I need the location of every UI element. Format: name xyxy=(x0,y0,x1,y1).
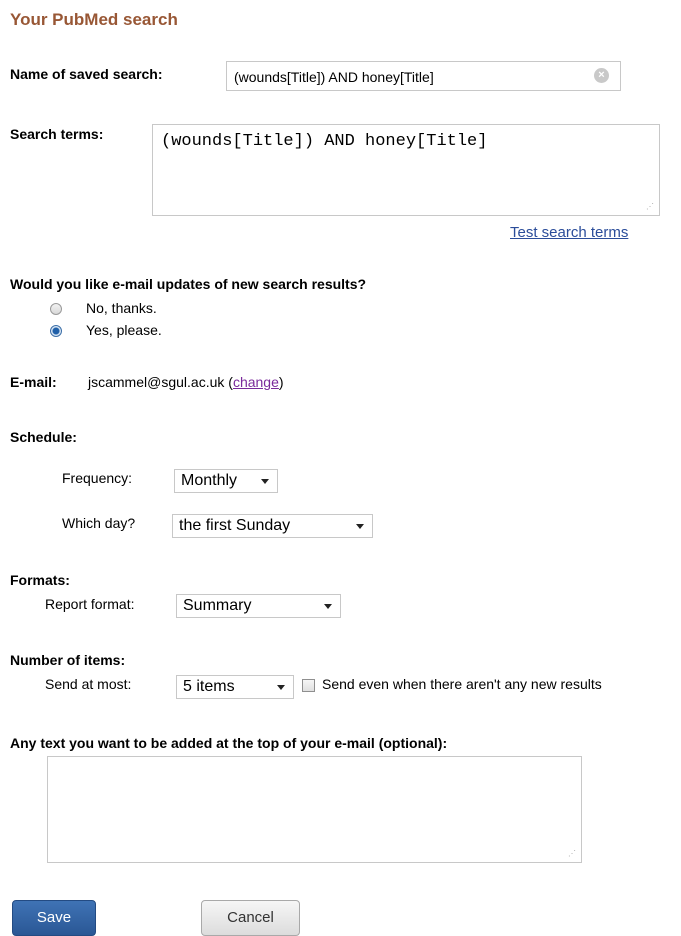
report-format-value: Summary xyxy=(183,597,252,614)
change-email-link[interactable]: change xyxy=(233,374,279,390)
send-at-most-value: 5 items xyxy=(183,678,235,695)
radio-yes-please[interactable] xyxy=(50,325,62,337)
extra-text-label: Any text you want to be added at the top… xyxy=(10,735,448,751)
page-title: Your PubMed search xyxy=(10,10,178,29)
resize-grip-icon[interactable]: ⋰ xyxy=(568,850,576,858)
chevron-down-icon xyxy=(277,685,285,690)
test-search-terms-link[interactable]: Test search terms xyxy=(510,224,628,241)
frequency-value: Monthly xyxy=(181,472,238,489)
report-format-label: Report format: xyxy=(45,596,135,612)
search-terms-label: Search terms: xyxy=(10,126,104,142)
chevron-down-icon xyxy=(261,479,269,484)
schedule-heading: Schedule: xyxy=(10,429,77,445)
radio-no-thanks[interactable] xyxy=(50,303,62,315)
report-format-select[interactable]: Summary xyxy=(176,594,341,618)
send-at-most-select[interactable]: 5 items xyxy=(176,675,294,699)
resize-grip-icon[interactable]: ⋰ xyxy=(646,203,654,211)
which-day-value: the first Sunday xyxy=(179,517,291,534)
saved-search-name-input[interactable]: (wounds[Title]) AND honey[Title] xyxy=(226,61,621,91)
send-empty-checkbox[interactable] xyxy=(302,679,315,692)
email-label: E-mail: xyxy=(10,374,57,390)
frequency-select[interactable]: Monthly xyxy=(174,469,278,493)
which-day-select[interactable]: the first Sunday xyxy=(172,514,373,538)
send-empty-label: Send even when there aren't any new resu… xyxy=(322,676,602,692)
email-address: jscammel@sgul.ac.uk xyxy=(88,374,225,390)
email-close-paren: ) xyxy=(278,374,284,390)
clear-icon[interactable]: × xyxy=(594,68,609,83)
radio-yes-please-label: Yes, please. xyxy=(86,322,162,338)
send-at-most-label: Send at most: xyxy=(45,676,132,692)
saved-search-name-label: Name of saved search: xyxy=(10,66,163,82)
radio-no-thanks-label: No, thanks. xyxy=(86,300,157,316)
chevron-down-icon xyxy=(356,524,364,529)
formats-heading: Formats: xyxy=(10,572,70,588)
chevron-down-icon xyxy=(324,604,332,609)
email-updates-question: Would you like e-mail updates of new sea… xyxy=(10,276,367,292)
search-terms-textarea[interactable]: (wounds[Title]) AND honey[Title] xyxy=(152,124,660,216)
email-line: jscammel@sgul.ac.uk (change) xyxy=(88,374,284,390)
number-of-items-heading: Number of items: xyxy=(10,652,126,668)
which-day-label: Which day? xyxy=(62,515,136,531)
frequency-label: Frequency: xyxy=(62,470,133,486)
extra-text-textarea[interactable] xyxy=(47,756,582,863)
